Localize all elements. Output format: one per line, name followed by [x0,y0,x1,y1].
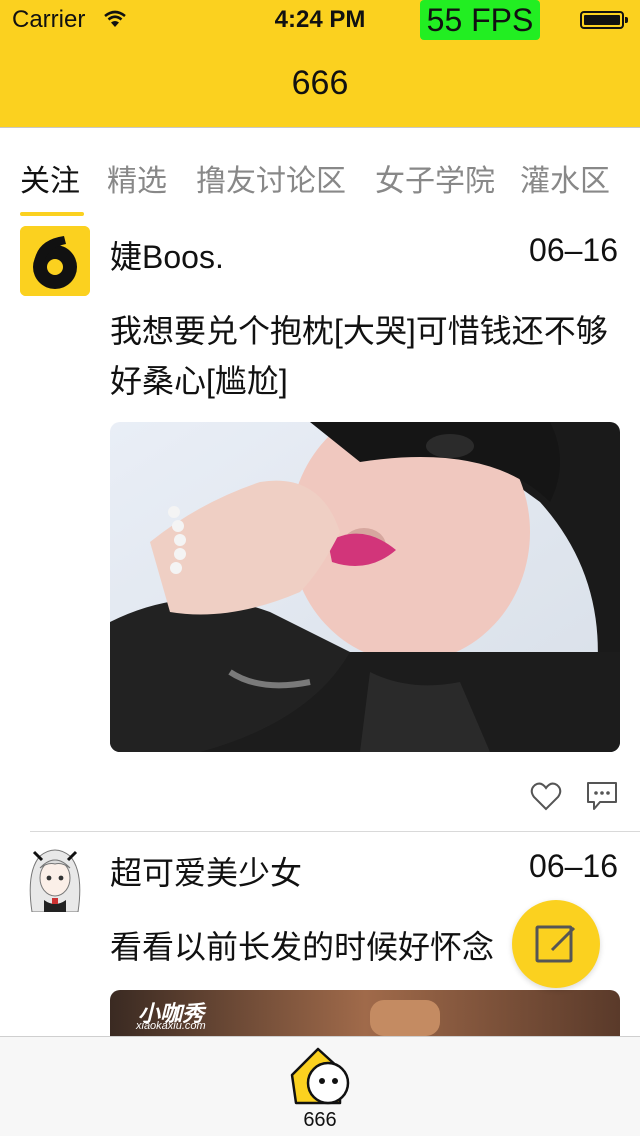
image-watermark-url: xiaokaxiu.com [136,1020,206,1032]
post-date: 06–16 [529,848,618,884]
tab-bar-item-home[interactable] [288,1043,352,1114]
tab-indicator [20,212,84,216]
tab-bar-label: 666 [303,1109,337,1131]
photo-of-woman [110,422,620,752]
comment-icon[interactable] [586,780,618,817]
post-date: 06–16 [529,232,618,268]
battery-icon [580,11,628,29]
status-bar: Carrier 4:24 PM 55 FPS [0,0,640,40]
anime-girl-avatar [20,842,90,912]
six-logo-icon [20,226,90,296]
tab-follow[interactable]: 关注 [20,156,80,200]
tab-featured[interactable]: 精选 [107,156,167,200]
compose-button[interactable] [512,900,600,988]
tab-girls-academy[interactable]: 女子学院 [375,156,495,200]
tab-bar: 666 [0,1036,640,1136]
post-author[interactable]: 超可爱美少女 [110,848,302,894]
divider [30,831,640,832]
compose-icon [535,925,576,963]
post-text: 我想要兑个抱枕[大哭]可惜钱还不够好桑心[尴尬] [110,313,608,399]
avatar[interactable] [20,226,90,296]
post-image[interactable] [110,422,620,752]
fps-counter: 55 FPS [420,0,540,40]
post-author[interactable]: 婕Boos. [110,232,224,278]
avatar[interactable] [20,842,90,912]
tab-chat-area[interactable]: 灌水区 [520,156,610,200]
post-image[interactable]: 小咖秀 xiaokaxiu.com [110,990,620,1036]
tab-discussion[interactable]: 撸友讨论区 [196,156,346,200]
navigation-bar: 666 [0,40,640,128]
status-time: 4:24 PM [274,6,366,33]
page-title: 666 [291,64,349,102]
home-face-icon [290,1047,350,1105]
category-tabs: 关注 精选 撸友讨论区 女子学院 灌水区 [0,128,640,216]
heart-icon[interactable] [530,782,562,817]
